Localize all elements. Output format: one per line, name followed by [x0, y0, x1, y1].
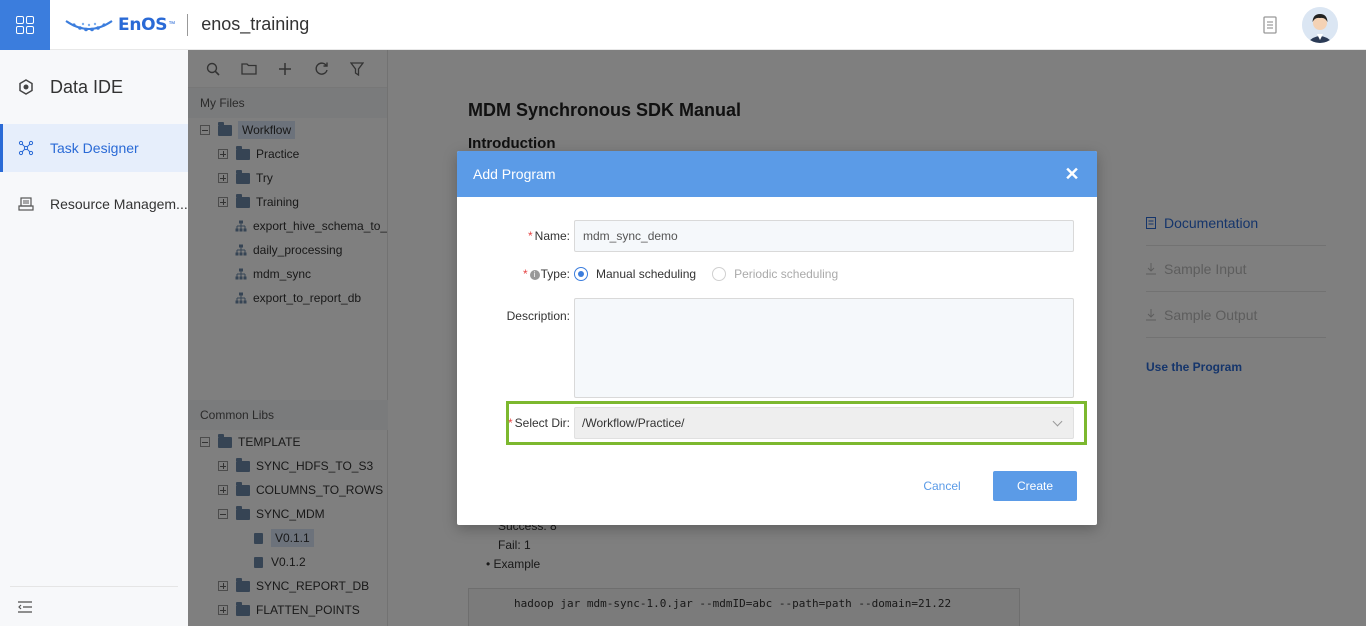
required-mark: * — [522, 267, 528, 281]
user-avatar[interactable] — [1302, 7, 1338, 43]
dialog-title: Add Program — [473, 166, 556, 182]
top-header: EnOS ™ enos_training — [0, 0, 1366, 50]
dialog-header: Add Program ✕ — [457, 151, 1097, 197]
type-row: * i Type: Manual scheduling Periodic sched… — [457, 267, 1097, 281]
nav-item-task-designer[interactable]: Task Designer — [0, 124, 188, 172]
required-mark: * — [527, 229, 533, 243]
apps-grid-button[interactable] — [0, 0, 50, 50]
document-icon[interactable] — [1262, 16, 1278, 34]
logo-trademark: ™ — [168, 21, 176, 28]
name-input[interactable]: mdm_sync_demo — [574, 220, 1074, 252]
select-dir-label: * Select Dir: — [457, 416, 574, 430]
type-label-text: Type: — [540, 267, 570, 281]
create-button[interactable]: Create — [993, 471, 1077, 501]
resource-management-icon — [18, 197, 34, 211]
name-label-text: Name: — [534, 229, 570, 243]
description-textarea[interactable] — [574, 298, 1074, 398]
close-icon[interactable]: ✕ — [1063, 165, 1081, 183]
app-title: Data IDE — [50, 76, 124, 97]
nav-label-task-designer: Task Designer — [50, 140, 139, 156]
select-dir-row: * Select Dir: /Workflow/Practice/ — [457, 407, 1097, 439]
select-dir-dropdown[interactable]: /Workflow/Practice/ — [574, 407, 1074, 439]
type-label: * i Type: — [457, 267, 574, 281]
name-label: * Name: — [457, 229, 574, 243]
collapse-menu-button[interactable] — [10, 586, 178, 626]
avatar-icon — [1302, 7, 1338, 43]
select-dir-label-text: Select Dir: — [514, 416, 570, 430]
description-row: Description: — [457, 298, 1097, 398]
info-icon[interactable]: i — [529, 269, 540, 280]
enos-logo[interactable]: EnOS ™ — [64, 0, 175, 50]
task-designer-icon — [18, 140, 34, 156]
apps-grid-icon — [16, 15, 34, 34]
nav-label-resource-management: Resource Managem... — [50, 196, 188, 212]
nav-item-resource-management[interactable]: Resource Managem... — [0, 180, 188, 228]
required-mark: * — [507, 416, 513, 430]
left-navigation: Data IDE Task Designer Resource Managem.… — [0, 50, 188, 626]
project-title[interactable]: enos_training — [201, 14, 309, 35]
header-divider — [187, 13, 189, 36]
cancel-button[interactable]: Cancel — [907, 471, 977, 501]
periodic-scheduling-label[interactable]: Periodic scheduling — [734, 267, 838, 281]
collapse-menu-icon — [18, 600, 32, 613]
description-label: Description: — [506, 309, 570, 323]
type-radio-group: Manual scheduling Periodic scheduling — [574, 267, 854, 281]
radio-manual-scheduling[interactable] — [574, 267, 588, 281]
name-row: * Name: mdm_sync_demo — [457, 220, 1097, 252]
chevron-down-icon — [1052, 416, 1063, 427]
app-title-row: Data IDE — [0, 50, 188, 124]
data-ide-icon — [19, 79, 33, 95]
manual-scheduling-label[interactable]: Manual scheduling — [596, 267, 696, 281]
header-actions — [1262, 0, 1338, 50]
logo-text: EnOS — [118, 14, 168, 35]
add-program-dialog: Add Program ✕ * Name: mdm_sync_demo * i Typ… — [457, 151, 1097, 525]
radio-periodic-scheduling[interactable] — [712, 267, 727, 281]
select-dir-value: /Workflow/Practice/ — [582, 416, 685, 430]
enos-logo-icon — [65, 19, 113, 31]
